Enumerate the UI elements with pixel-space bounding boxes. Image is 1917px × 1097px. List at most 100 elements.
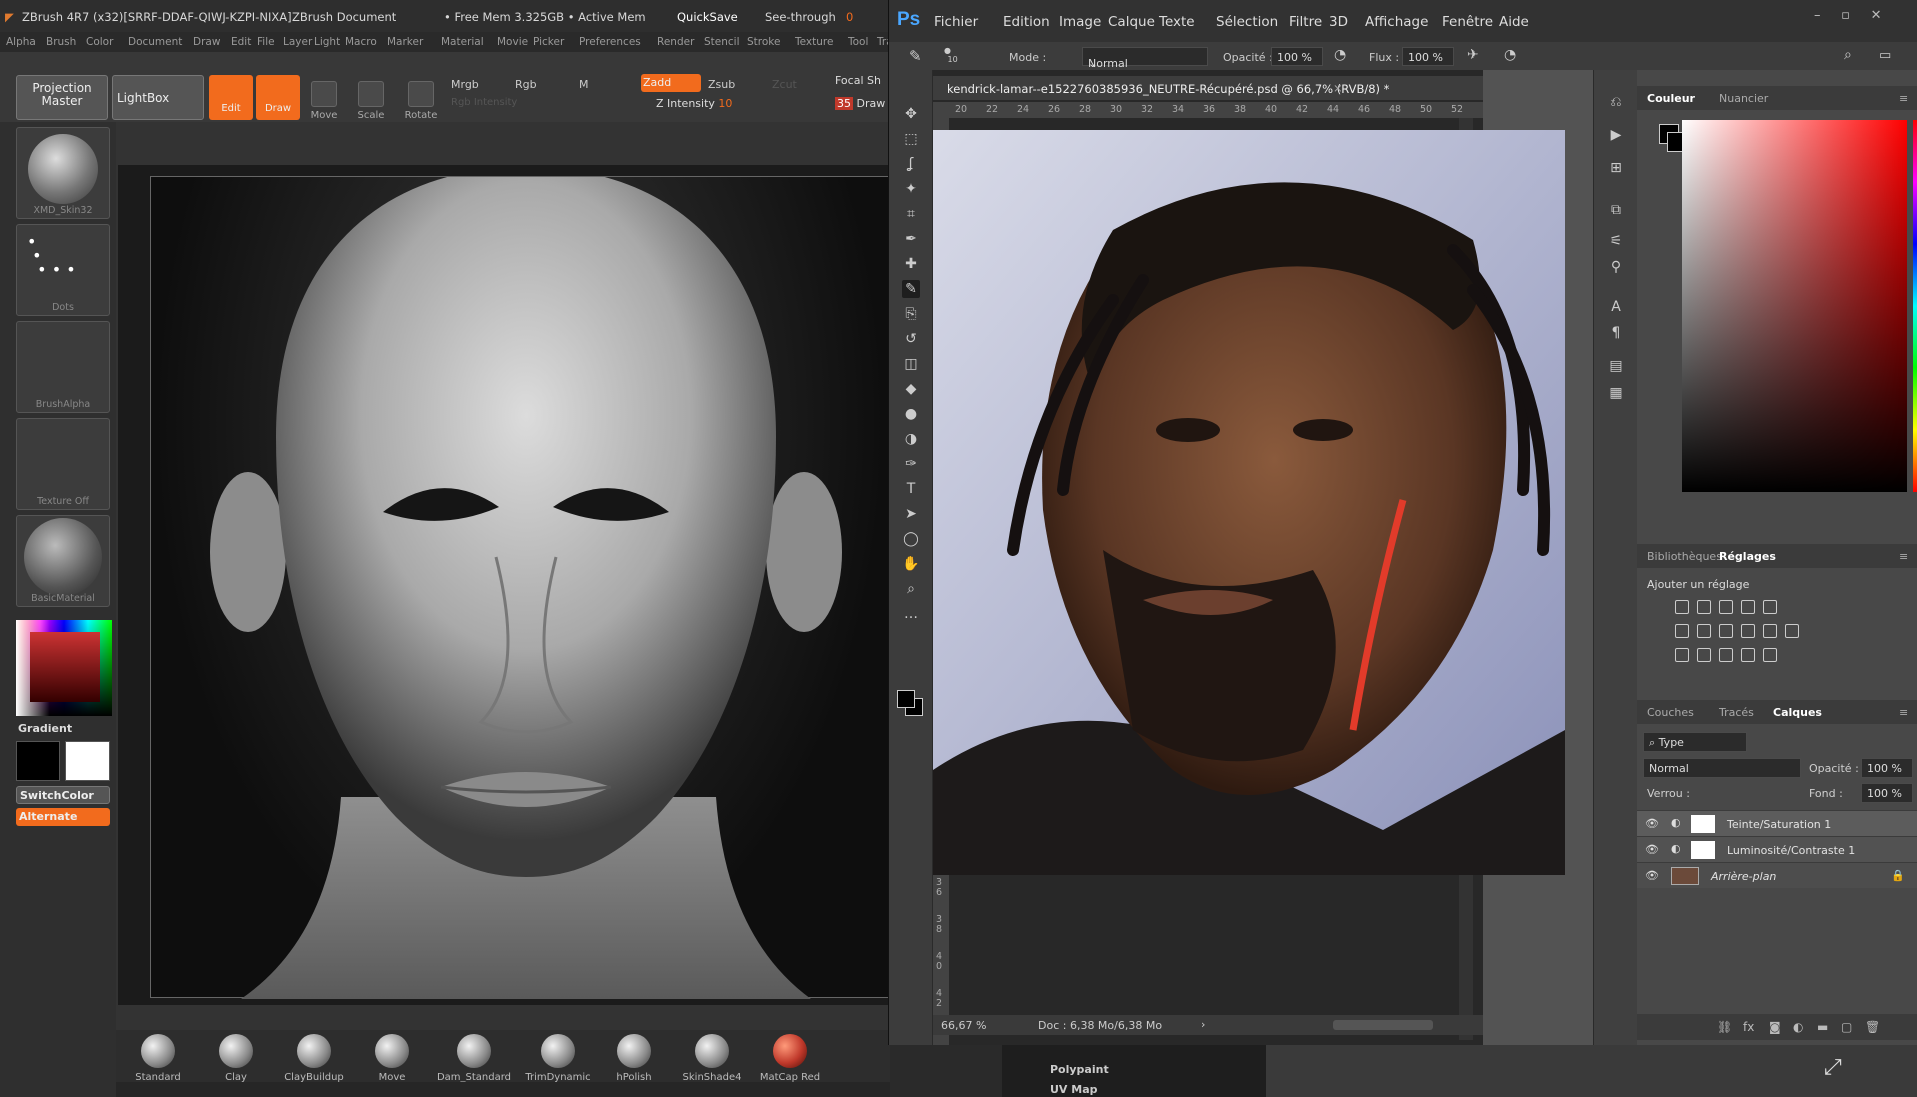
mrgb-button[interactable]: Mrgb — [451, 78, 479, 91]
type-icon[interactable]: T — [902, 480, 920, 498]
zbrush-menu-edit[interactable]: Edit — [231, 36, 251, 48]
history-icon[interactable]: ⎌ — [1607, 93, 1625, 111]
zbrush-document-frame[interactable] — [150, 167, 890, 999]
uvmap-menu[interactable]: UV Map — [1050, 1083, 1098, 1096]
delete-layer-icon[interactable]: 🗑 — [1865, 1020, 1880, 1034]
zbrush-menu-layer[interactable]: Layer — [283, 36, 312, 48]
path-select-icon[interactable]: ➤ — [902, 505, 920, 523]
zbrush-menu-file[interactable]: File — [257, 36, 275, 48]
ellipse-icon[interactable]: ◯ — [902, 530, 920, 548]
eye-icon[interactable]: 👁 — [1645, 843, 1659, 857]
3d-icon[interactable]: ⧉ — [1607, 201, 1625, 219]
ps-menu-item[interactable]: Sélection — [1216, 14, 1278, 30]
zbrush-menu-preferences[interactable]: Preferences — [579, 36, 641, 48]
layer-filter-select[interactable]: ⌕ Type — [1643, 732, 1747, 752]
brush-presets-icon[interactable]: ⚲ — [1607, 258, 1625, 276]
adjustment-preset-icon[interactable] — [1785, 624, 1799, 638]
material-thumb[interactable]: XMD_Skin32 — [16, 127, 110, 219]
rgb-intensity-slider[interactable]: Rgb Intensity — [451, 97, 517, 108]
link-layers-icon[interactable]: ⛓ — [1717, 1020, 1732, 1034]
magic-wand-icon[interactable]: ✦ — [902, 180, 920, 198]
draw-button[interactable]: Draw — [256, 75, 300, 120]
tab-couleur[interactable]: Couleur — [1647, 92, 1695, 105]
eraser-icon[interactable]: ◫ — [902, 355, 920, 373]
quicksave-button[interactable]: QuickSave — [677, 10, 738, 24]
ps-menu-item[interactable]: Edition — [1003, 14, 1050, 30]
zcut-button[interactable]: Zcut — [772, 78, 797, 91]
tab-calques[interactable]: Calques — [1773, 706, 1822, 719]
brush-item[interactable]: Clay — [196, 1034, 276, 1083]
hand-icon[interactable]: ✋ — [902, 555, 920, 573]
adjustment-preset-icon[interactable] — [1763, 600, 1777, 614]
airbrush-icon[interactable]: ✈ — [1467, 47, 1479, 63]
new-adjustment-icon[interactable]: ◐ — [1793, 1020, 1803, 1034]
zbrush-menu-macro[interactable]: Macro — [345, 36, 377, 48]
zbrush-menu-document[interactable]: Document — [128, 36, 182, 48]
zbrush-menu-marker[interactable]: Marker — [387, 36, 423, 48]
ps-menu-item[interactable]: 3D — [1329, 14, 1348, 30]
alternate-button[interactable]: Alternate — [16, 808, 110, 826]
alpha-thumb[interactable]: BrushAlpha — [16, 321, 110, 413]
secondary-color-swatch[interactable] — [65, 741, 110, 781]
zbrush-menu-brush[interactable]: Brush — [46, 36, 76, 48]
notes-icon[interactable]: ▦ — [1607, 384, 1625, 402]
maximize-icon[interactable]: ▫ — [1841, 8, 1850, 23]
tab-traces[interactable]: Tracés — [1719, 706, 1754, 719]
draw-size-slider[interactable]: 35 Draw — [835, 97, 885, 110]
ps-menu-item[interactable]: Image — [1059, 14, 1101, 30]
fx-icon[interactable]: fx — [1743, 1020, 1754, 1034]
zbrush-menu-movie[interactable]: Movie — [497, 36, 528, 48]
ps-menu-item[interactable]: Calque — [1108, 14, 1155, 30]
workspace-icon[interactable]: ▭ — [1879, 48, 1891, 63]
minimize-icon[interactable]: – — [1814, 8, 1821, 23]
z-intensity-slider[interactable]: Z Intensity 10 — [656, 97, 732, 110]
zoom-level[interactable]: 66,67 % — [941, 1019, 986, 1032]
ps-menu-item[interactable]: Affichage — [1365, 14, 1428, 30]
document-tab[interactable]: kendrick-lamar--e1522760385936_NEUTRE-Ré… — [933, 76, 1483, 100]
fill-input[interactable]: 100 % — [1861, 783, 1913, 803]
brush-tool-icon[interactable]: ✎ — [909, 47, 922, 65]
search-icon[interactable]: ⌕ — [1844, 47, 1852, 63]
layer-row[interactable]: 👁 ◐ Teinte/Saturation 1 — [1637, 810, 1917, 836]
basic-material-thumb[interactable]: BasicMaterial — [16, 515, 110, 607]
m-button[interactable]: M — [579, 78, 589, 91]
brush-item[interactable]: ClayBuildup — [274, 1034, 354, 1083]
texture-thumb[interactable]: Texture Off — [16, 418, 110, 510]
zbrush-menu-draw[interactable]: Draw — [193, 36, 220, 48]
adjustment-preset-icon[interactable] — [1675, 624, 1689, 638]
adjustment-preset-icon[interactable] — [1741, 600, 1755, 614]
paragraph-icon[interactable]: ¶ — [1607, 324, 1625, 342]
eye-icon[interactable]: 👁 — [1645, 817, 1659, 831]
ps-menu-item[interactable]: Texte — [1159, 14, 1195, 30]
pressure-size-icon[interactable]: ◔ — [1504, 47, 1516, 63]
ps-menu-item[interactable]: Fichier — [934, 14, 978, 30]
zbrush-menu-picker[interactable]: Picker — [533, 36, 564, 48]
adjustment-preset-icon[interactable] — [1675, 648, 1689, 662]
brush-item[interactable]: SkinShade4 — [672, 1034, 752, 1083]
play-icon[interactable]: ▶ — [1607, 126, 1625, 144]
tab-couches[interactable]: Couches — [1647, 706, 1694, 719]
mode-select[interactable]: Normal ⌄ — [1082, 47, 1208, 70]
zbrush-menu-stencil[interactable]: Stencil — [704, 36, 740, 48]
tab-bibliotheques[interactable]: Bibliothèques — [1647, 550, 1722, 563]
tab-nuancier[interactable]: Nuancier — [1719, 92, 1768, 105]
gradient-label[interactable]: Gradient — [18, 722, 72, 735]
dodge-icon[interactable]: ◑ — [902, 430, 920, 448]
add-mask-icon[interactable]: ◙ — [1769, 1020, 1781, 1034]
move-icon[interactable]: ✥ — [902, 105, 920, 123]
pressure-opacity-icon[interactable]: ◔ — [1334, 47, 1346, 63]
adjustment-preset-icon[interactable] — [1719, 648, 1733, 662]
zbrush-menu-alpha[interactable]: Alpha — [6, 36, 36, 48]
marquee-icon[interactable]: ⬚ — [902, 130, 920, 148]
panel-menu-icon-2[interactable]: ≡ — [1899, 550, 1908, 563]
rotate-button[interactable]: Rotate — [398, 81, 444, 121]
edit-button[interactable]: Edit — [209, 75, 253, 120]
layer-opacity-input[interactable]: 100 % — [1861, 758, 1913, 778]
character-icon[interactable]: A — [1607, 298, 1625, 316]
new-layer-icon[interactable]: ▢ — [1841, 1020, 1852, 1034]
adjustment-preset-icon[interactable] — [1697, 624, 1711, 638]
ps-menu-item[interactable]: Aide — [1499, 14, 1529, 30]
brush-item[interactable]: hPolish — [594, 1034, 674, 1083]
polypaint-menu[interactable]: Polypaint — [1050, 1063, 1109, 1076]
eyedropper-icon[interactable]: ✒ — [902, 230, 920, 248]
